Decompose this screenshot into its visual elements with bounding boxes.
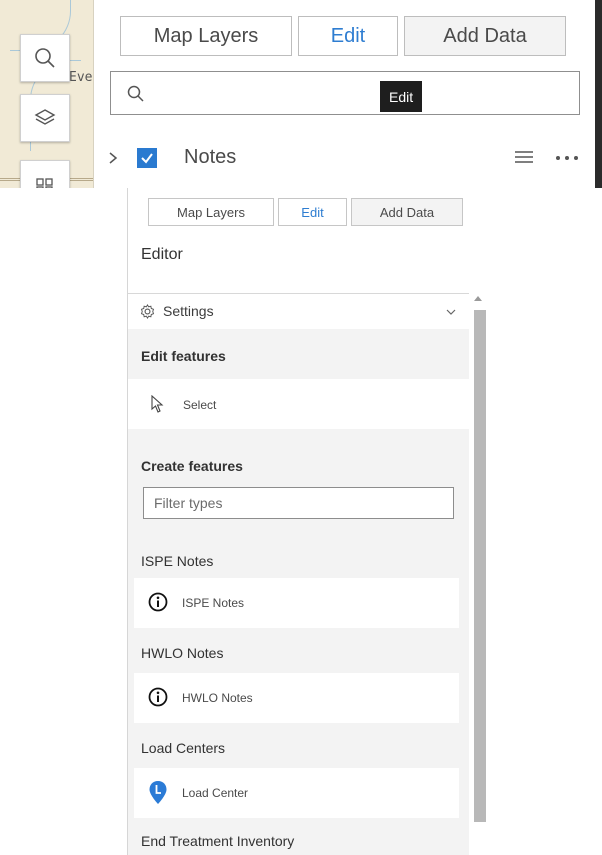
layer-visibility-checkbox[interactable]	[137, 148, 157, 168]
chevron-down-icon	[446, 309, 456, 315]
checkmark-icon	[141, 153, 153, 164]
tab-edit[interactable]: Edit	[298, 16, 398, 56]
tab-map-layers[interactable]: Map Layers	[148, 198, 274, 226]
feature-group-title: End Treatment Inventory	[141, 833, 295, 849]
layers-panel-zoomed: Map Layers Edit Add Data Edit Notes	[94, 0, 595, 188]
feature-template-label: Load Center	[182, 786, 249, 800]
editor-scroll-area[interactable]: Edit features Select Create features Fil…	[128, 329, 469, 855]
editor-region: Map Layers Edit Add Data Editor Settings…	[0, 188, 602, 855]
select-tool-item[interactable]: Select	[128, 379, 469, 429]
create-features-title: Create features	[141, 458, 243, 474]
search-icon	[127, 85, 144, 102]
feature-group-title: HWLO Notes	[141, 645, 224, 661]
feature-template-label: ISPE Notes	[182, 596, 245, 610]
map-search-button[interactable]	[20, 34, 70, 82]
editor-title: Editor	[141, 246, 183, 263]
feature-template-label: HWLO Notes	[182, 691, 253, 705]
tab-add-data[interactable]: Add Data	[351, 198, 463, 226]
layer-name: Notes	[184, 146, 237, 168]
info-icon	[148, 687, 168, 707]
feature-template-item[interactable]: Load Center	[134, 768, 459, 818]
panel-tabs: Map Layers Edit Add Data	[120, 16, 572, 58]
scrollbar-thumb[interactable]	[474, 310, 486, 822]
layers-icon	[34, 109, 56, 125]
layer-search-input[interactable]	[110, 71, 580, 115]
feature-template-item[interactable]: HWLO Notes	[134, 673, 459, 723]
panel-edge	[595, 0, 602, 188]
editor-panel: Map Layers Edit Add Data Editor Settings…	[127, 188, 489, 855]
chevron-right-icon[interactable]	[108, 151, 118, 165]
tab-add-data[interactable]: Add Data	[404, 16, 566, 56]
settings-dropdown[interactable]: Settings	[128, 293, 469, 330]
pointer-icon	[151, 395, 164, 413]
settings-label: Settings	[163, 303, 214, 319]
select-tool-label: Select	[183, 398, 217, 412]
edit-features-title: Edit features	[141, 348, 226, 364]
map-basemap-button[interactable]	[20, 160, 70, 188]
tab-map-layers[interactable]: Map Layers	[120, 16, 292, 56]
grid-icon	[36, 178, 53, 188]
scroll-up-arrow-icon[interactable]	[474, 296, 482, 301]
zoomed-toolbar-region: Eve Map Layers Edit Add Data Edit Notes	[0, 0, 602, 188]
gear-icon	[140, 304, 155, 319]
feature-template-item[interactable]: ISPE Notes	[134, 578, 459, 628]
filter-types-input[interactable]: Filter types	[143, 487, 454, 519]
tooltip: Edit	[380, 81, 423, 112]
map-place-label: Eve	[69, 70, 93, 85]
map-strip[interactable]: Eve	[0, 0, 94, 188]
feature-group-title: ISPE Notes	[141, 553, 214, 569]
tab-edit[interactable]: Edit	[278, 198, 347, 226]
panel-tabs: Map Layers Edit Add Data	[148, 198, 467, 226]
map-layers-button[interactable]	[20, 94, 70, 142]
search-icon	[35, 48, 55, 68]
layer-row-notes[interactable]: Notes	[94, 134, 595, 180]
more-options-icon[interactable]	[555, 155, 579, 161]
info-icon	[148, 592, 168, 612]
list-icon[interactable]	[514, 149, 534, 165]
feature-group-title: Load Centers	[141, 740, 226, 756]
map-pin-icon	[149, 781, 167, 804]
